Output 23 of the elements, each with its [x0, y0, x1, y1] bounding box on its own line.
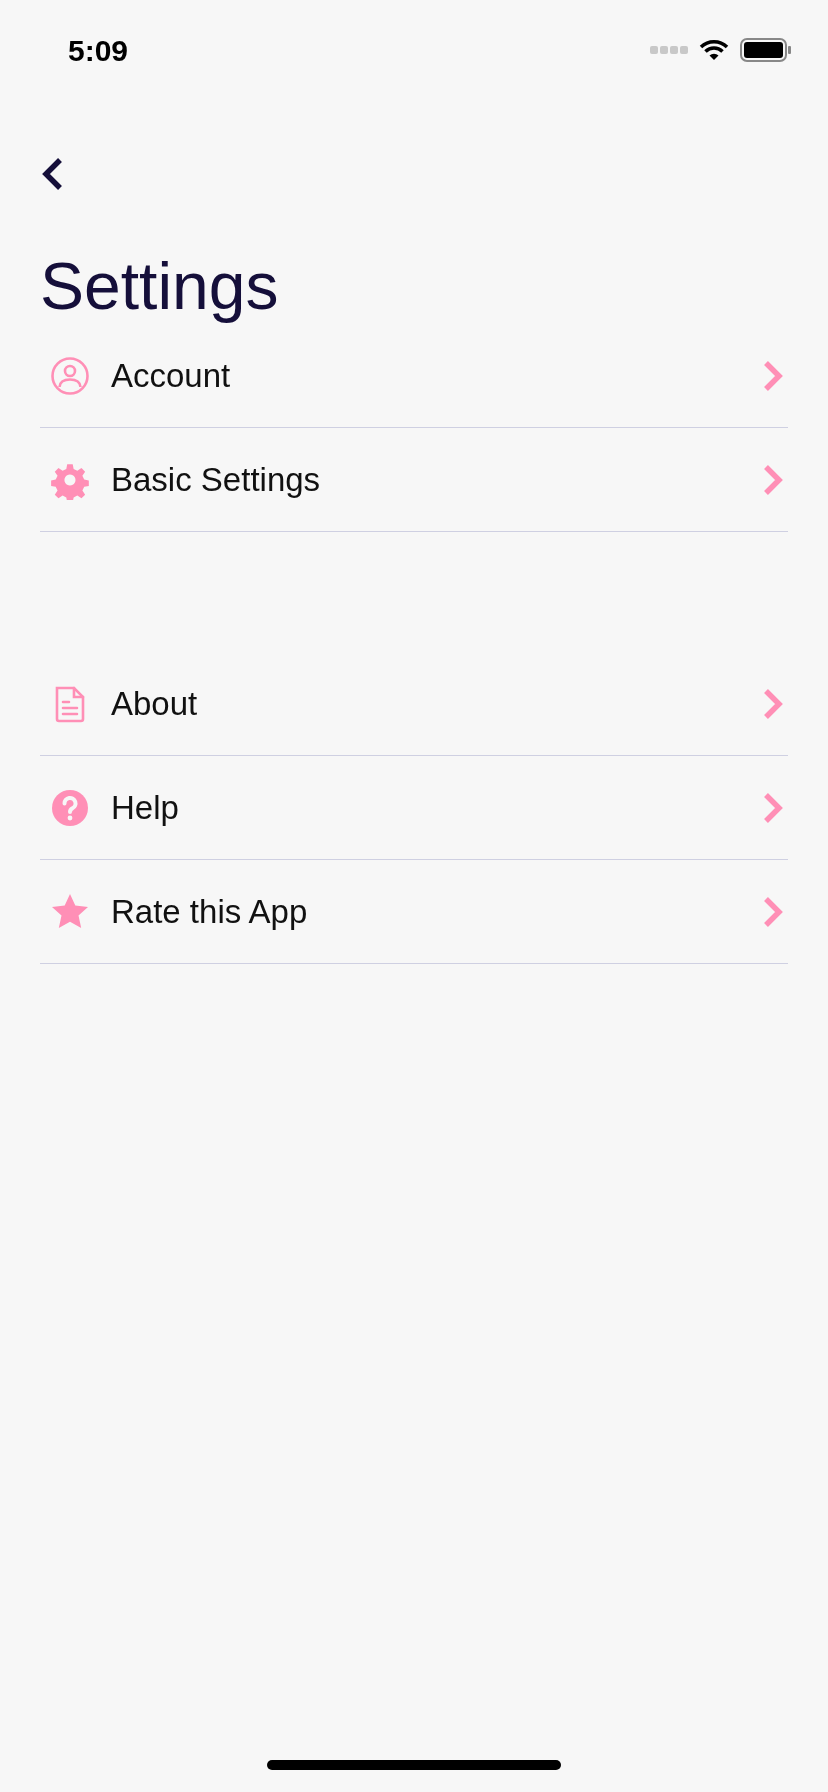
wifi-icon — [698, 38, 730, 62]
signal-icon — [650, 45, 688, 55]
back-chevron-icon — [40, 156, 64, 192]
page-title: Settings — [39, 248, 280, 324]
row-label: About — [111, 683, 199, 724]
settings-row[interactable]: Rate this App — [40, 860, 788, 964]
settings-row[interactable]: Account — [40, 324, 788, 428]
row-label: Account — [111, 355, 232, 396]
row-label: Rate this App — [111, 891, 309, 932]
row-label: Help — [111, 787, 180, 828]
chevron-right-icon — [762, 895, 784, 928]
help-icon — [50, 787, 90, 828]
chevron-right-icon — [762, 791, 784, 824]
settings-row[interactable]: About — [40, 652, 788, 756]
status-time: 5:09 — [68, 32, 129, 69]
row-label: Basic Settings — [111, 459, 322, 500]
chevron-right-icon — [762, 359, 784, 392]
user-icon — [50, 355, 90, 396]
settings-row[interactable]: Basic Settings — [40, 428, 788, 532]
settings-row[interactable]: Help — [40, 756, 788, 860]
chevron-right-icon — [762, 687, 784, 720]
battery-icon — [740, 38, 792, 62]
chevron-right-icon — [762, 463, 784, 496]
